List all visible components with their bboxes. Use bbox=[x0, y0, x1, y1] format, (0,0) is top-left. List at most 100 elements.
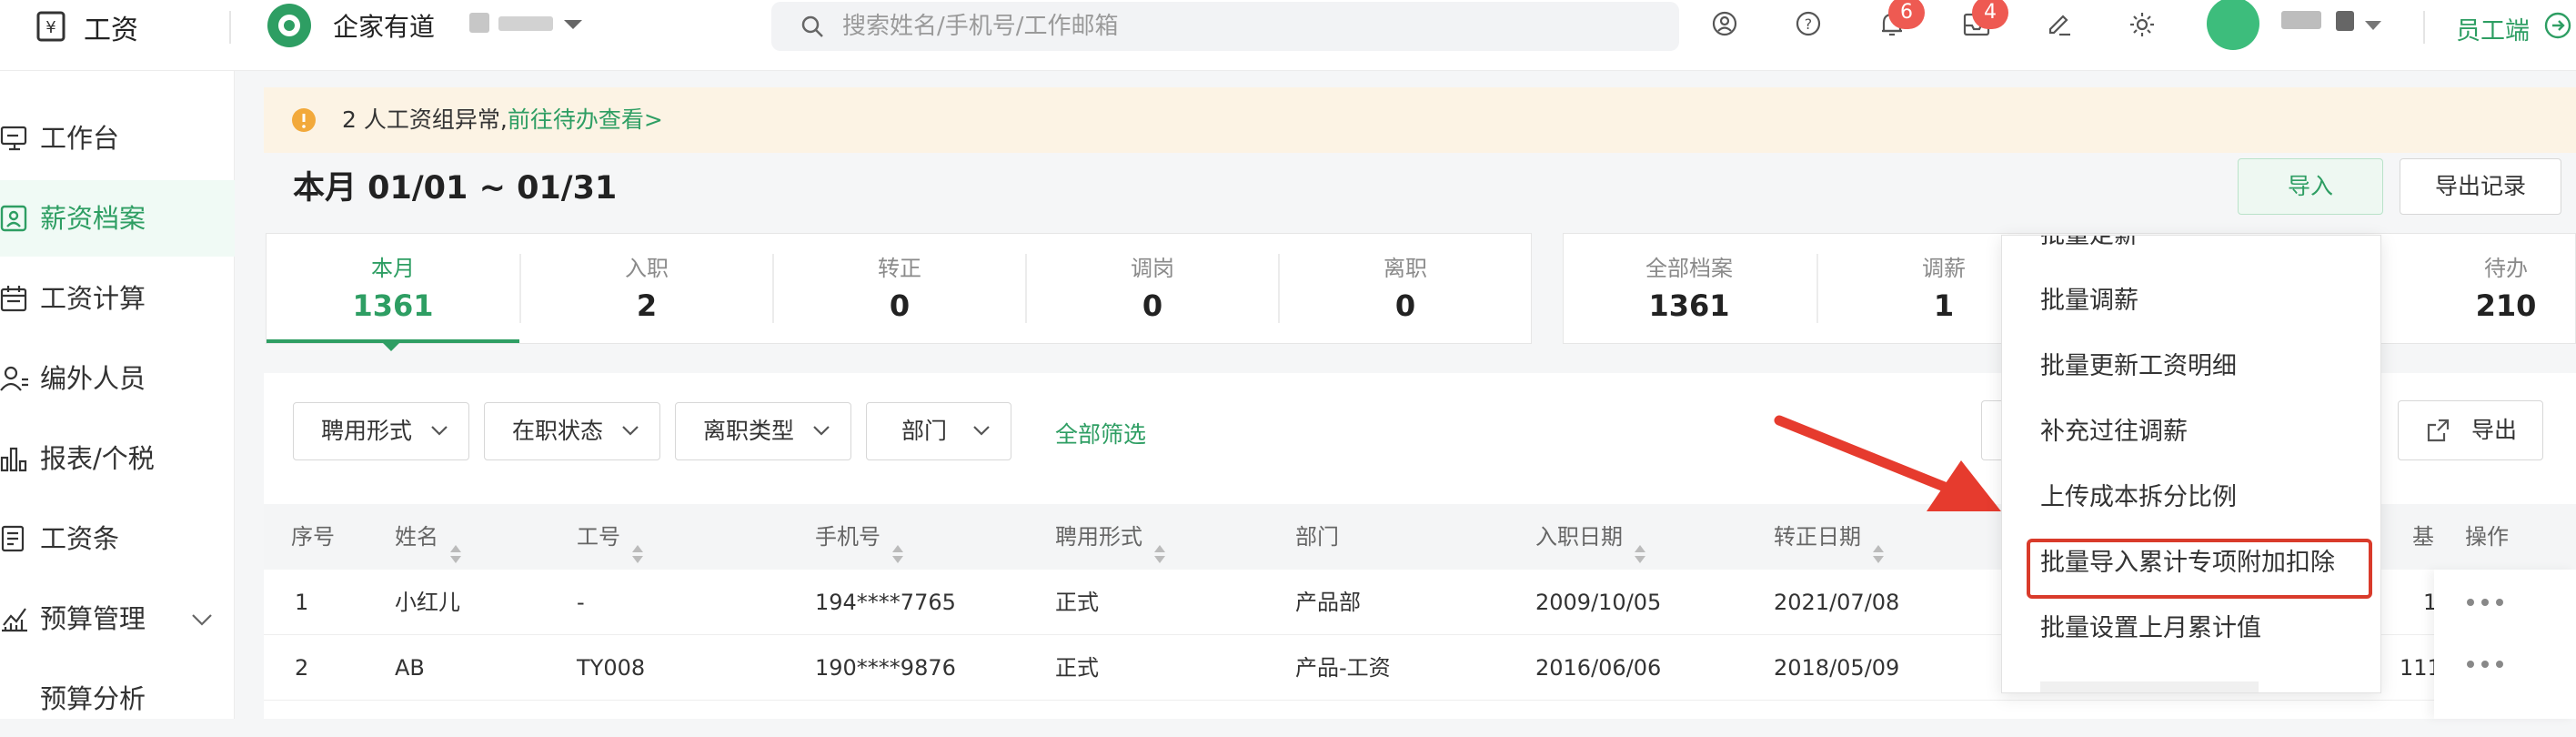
column-header: 序号 bbox=[291, 524, 335, 550]
cell-name: AB bbox=[395, 655, 425, 681]
stat-regularized[interactable]: 转正 0 bbox=[774, 234, 1025, 343]
avatar[interactable] bbox=[2207, 0, 2259, 53]
document-icon bbox=[0, 525, 29, 552]
employee-portal-link[interactable]: 员工端 bbox=[2456, 11, 2530, 46]
company-name[interactable]: 企家有道 bbox=[333, 7, 435, 44]
desktop-icon bbox=[0, 125, 29, 152]
page-title: 本月 01/01 ~ 01/31 bbox=[293, 170, 618, 207]
sidebar-item-budget[interactable]: 预算管理 bbox=[0, 581, 235, 657]
menu-item-upload-cost-split[interactable]: 上传成本拆分比例 bbox=[2002, 465, 2380, 530]
menu-item-add-past-adjustment[interactable]: 补充过往调薪 bbox=[2002, 399, 2380, 465]
cell-no: 2 bbox=[295, 655, 309, 681]
sidebar-item-label: 薪资档案 bbox=[40, 203, 146, 234]
chevron-down-icon[interactable] bbox=[2363, 20, 2383, 31]
export-label: 导出 bbox=[2471, 417, 2518, 443]
export-button[interactable]: 导出 bbox=[2398, 400, 2543, 460]
more-icon[interactable] bbox=[2465, 597, 2505, 608]
sidebar-item-label: 工作台 bbox=[40, 123, 120, 154]
stat-resigned[interactable]: 离职 0 bbox=[1280, 234, 1531, 343]
sidebar-item-salary-profile[interactable]: 薪资档案 bbox=[0, 180, 235, 257]
filter-label: 聘用形式 bbox=[321, 418, 413, 444]
export-record-button[interactable]: 导出记录 bbox=[2400, 158, 2561, 215]
filter-leave-type[interactable]: 离职类型 bbox=[675, 402, 851, 460]
stat-label: 待办 bbox=[2484, 256, 2528, 281]
cell-dept: 产品-工资 bbox=[1295, 655, 1391, 681]
menu-item-batch-import-deductions[interactable]: 批量导入累计专项附加扣除 bbox=[2002, 530, 2380, 596]
message-badge: 4 bbox=[1972, 0, 2008, 29]
alert-banner: 2 人工资组异常,前往待办查看> bbox=[264, 87, 2576, 153]
sidebar-item-label: 预算管理 bbox=[40, 603, 146, 634]
menu-item-batch-set-last-month[interactable]: 批量设置上月累计值 bbox=[2002, 596, 2380, 661]
column-header-sortable[interactable]: 聘用形式 bbox=[1055, 504, 1166, 570]
alert-text: 2 人工资组异常,前往待办查看> bbox=[342, 87, 663, 153]
filter-label: 离职类型 bbox=[703, 418, 795, 444]
cell-regular-date: 2018/05/09 bbox=[1774, 655, 1900, 681]
stat-label: 全部档案 bbox=[1645, 256, 1733, 281]
stat-label: 入职 bbox=[625, 256, 669, 281]
alert-link[interactable]: 前往待办查看> bbox=[508, 106, 663, 133]
person-icon bbox=[0, 365, 29, 392]
column-header-sortable[interactable]: 手机号 bbox=[815, 504, 904, 570]
company-name-redacted bbox=[469, 13, 489, 33]
chevron-down-icon[interactable] bbox=[562, 18, 584, 31]
salary-module-icon: ¥ bbox=[36, 11, 65, 42]
search-input[interactable] bbox=[842, 2, 1643, 51]
stat-onboard[interactable]: 入职 2 bbox=[521, 234, 772, 343]
filter-employment-type[interactable]: 聘用形式 bbox=[293, 402, 469, 460]
sort-icon bbox=[631, 525, 644, 563]
filter-job-status[interactable]: 在职状态 bbox=[484, 402, 660, 460]
column-header-label: 转正日期 bbox=[1774, 524, 1861, 550]
stats-card-left: 本月 1361 入职 2 转正 0 调岗 0 离职 0 bbox=[266, 233, 1532, 351]
search-box[interactable] bbox=[771, 2, 1679, 51]
stat-value: 2 bbox=[636, 288, 658, 323]
menu-item-batch-set-salary[interactable]: 批量定薪 bbox=[2002, 236, 2380, 268]
username-redacted bbox=[2281, 11, 2321, 29]
chevron-down-icon[interactable] bbox=[191, 613, 213, 626]
column-header-label: 手机号 bbox=[815, 524, 880, 550]
column-header-sortable[interactable]: 工号 bbox=[577, 504, 644, 570]
column-header-label: 入职日期 bbox=[1535, 524, 1623, 550]
menu-item-batch-update-details[interactable]: 批量更新工资明细 bbox=[2002, 334, 2380, 399]
sidebar-item-reports-tax[interactable]: 报表/个税 bbox=[0, 420, 235, 497]
sidebar: 工作台 薪资档案 工资计算 编外人员 报表/个税 工资条 预算管理 预算分析 bbox=[0, 71, 235, 719]
column-header: 操作 bbox=[2465, 524, 2509, 550]
cell-join-date: 2009/10/05 bbox=[1535, 590, 1662, 615]
column-header-label: 工号 bbox=[577, 524, 620, 550]
stat-transfer[interactable]: 调岗 0 bbox=[1027, 234, 1278, 343]
cell-phone: 190****9876 bbox=[815, 655, 956, 681]
all-filters-link[interactable]: 全部筛选 bbox=[1055, 417, 1146, 449]
cell-emp-id: - bbox=[577, 590, 585, 615]
arrow-right-circle-icon[interactable] bbox=[2543, 11, 2572, 40]
edit-icon[interactable] bbox=[2047, 11, 2072, 36]
filter-label: 部门 bbox=[901, 418, 948, 444]
filter-department[interactable]: 部门 bbox=[866, 402, 1011, 460]
sidebar-item-payslip[interactable]: 工资条 bbox=[0, 500, 235, 577]
annotation-arrow bbox=[1774, 415, 2001, 511]
calendar-icon bbox=[0, 285, 29, 312]
sort-icon bbox=[449, 525, 462, 563]
ops-cells bbox=[2434, 570, 2576, 719]
stat-value: 210 bbox=[2475, 288, 2537, 323]
ops-header: 操作 bbox=[2434, 504, 2576, 570]
sidebar-item-workbench[interactable]: 工作台 bbox=[0, 100, 235, 177]
sidebar-item-label: 预算分析 bbox=[40, 683, 146, 714]
chevron-down-icon bbox=[621, 423, 639, 438]
import-button[interactable]: 导入 bbox=[2238, 158, 2383, 215]
menu-item-batch-adjust-salary[interactable]: 批量调薪 bbox=[2002, 268, 2380, 334]
user-circle-icon[interactable] bbox=[1712, 11, 1737, 36]
more-icon[interactable] bbox=[2465, 659, 2505, 670]
sort-icon bbox=[1634, 525, 1646, 563]
sidebar-item-external-staff[interactable]: 编外人员 bbox=[0, 340, 235, 417]
stat-label: 离职 bbox=[1384, 256, 1427, 281]
sidebar-item-label: 工资条 bbox=[40, 523, 120, 554]
stat-this-month[interactable]: 本月 1361 bbox=[267, 234, 519, 351]
sidebar-item-payroll-calc[interactable]: 工资计算 bbox=[0, 260, 235, 337]
column-header-sortable[interactable]: 姓名 bbox=[395, 504, 462, 570]
column-header-sortable[interactable]: 入职日期 bbox=[1535, 504, 1646, 570]
stat-todo[interactable]: 待办 210 bbox=[2435, 234, 2576, 343]
help-icon[interactable]: ? bbox=[1796, 11, 1821, 36]
sidebar-item-label: 报表/个税 bbox=[40, 443, 155, 474]
gear-icon[interactable] bbox=[2128, 11, 2156, 38]
sidebar-subitem-budget-analysis[interactable]: 预算分析 bbox=[0, 661, 235, 737]
stat-all-profiles[interactable]: 全部档案 1361 bbox=[1564, 234, 1815, 343]
